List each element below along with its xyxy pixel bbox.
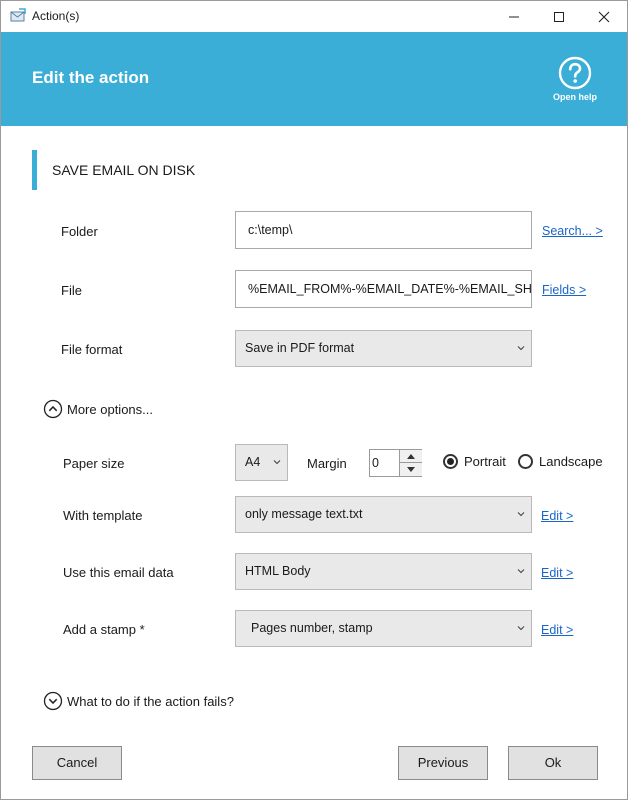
paper-size-value: A4	[245, 455, 261, 469]
paper-size-label: Paper size	[63, 456, 125, 471]
folder-label: Folder	[61, 224, 98, 239]
question-circle-icon	[558, 56, 592, 90]
template-label: With template	[63, 508, 143, 523]
portrait-label: Portrait	[464, 454, 506, 469]
more-options-expander[interactable]: More options...	[43, 399, 153, 419]
radio-unchecked-icon	[518, 454, 533, 469]
margin-label: Margin	[307, 456, 347, 471]
previous-button[interactable]: Previous	[398, 746, 488, 780]
paper-size-select[interactable]: A4	[235, 444, 288, 481]
margin-stepper[interactable]: 0	[369, 449, 422, 477]
close-button[interactable]	[581, 1, 627, 32]
ok-button[interactable]: Ok	[508, 746, 598, 780]
close-icon	[598, 11, 610, 22]
folder-input[interactable]: c:\temp\	[235, 211, 532, 249]
email-data-value: HTML Body	[245, 564, 311, 578]
chevron-up-circle-icon	[43, 399, 63, 419]
window-title: Action(s)	[32, 9, 80, 23]
section-title: SAVE EMAIL ON DISK	[32, 150, 332, 190]
stamp-edit-link[interactable]: Edit >	[541, 623, 573, 637]
open-help-label: Open help	[552, 92, 597, 102]
chevron-down-icon	[517, 626, 525, 631]
open-help-button[interactable]: Open help	[549, 56, 601, 108]
maximize-button[interactable]	[536, 1, 582, 32]
margin-decrement-button[interactable]	[399, 463, 422, 476]
stamp-select[interactable]: Pages number, stamp	[235, 610, 532, 647]
page-title: Edit the action	[32, 68, 150, 87]
caret-up-icon	[407, 453, 415, 459]
file-input[interactable]: %EMAIL_FROM%-%EMAIL_DATE%-%EMAIL_SHO	[235, 270, 532, 308]
minimize-icon	[509, 16, 519, 17]
cancel-button[interactable]: Cancel	[32, 746, 122, 780]
folder-search-link[interactable]: Search... >	[542, 224, 603, 238]
email-data-select[interactable]: HTML Body	[235, 553, 532, 590]
landscape-label: Landscape	[539, 454, 603, 469]
radio-checked-icon	[443, 454, 458, 469]
action-dialog: Action(s) Edit the action Open help SAVE…	[0, 0, 628, 800]
template-select[interactable]: only message text.txt	[235, 496, 532, 533]
landscape-radio[interactable]: Landscape	[518, 454, 603, 469]
header-banner: Edit the action Open help	[1, 32, 627, 126]
app-envelope-icon	[10, 8, 26, 24]
more-options-label: More options...	[67, 401, 153, 417]
email-data-edit-link[interactable]: Edit >	[541, 566, 573, 580]
file-format-select[interactable]: Save in PDF format	[235, 330, 532, 367]
file-format-value: Save in PDF format	[245, 341, 355, 355]
portrait-radio[interactable]: Portrait	[443, 454, 506, 469]
file-format-label: File format	[61, 342, 123, 357]
action-fails-expander[interactable]: What to do if the action fails?	[43, 691, 234, 711]
template-edit-link[interactable]: Edit >	[541, 509, 573, 523]
chevron-down-circle-icon	[43, 691, 63, 711]
action-fails-label: What to do if the action fails?	[67, 693, 234, 709]
template-value: only message text.txt	[245, 507, 363, 521]
stamp-label: Add a stamp *	[63, 622, 145, 637]
stamp-value: Pages number, stamp	[251, 621, 373, 635]
margin-input[interactable]: 0	[370, 450, 398, 476]
chevron-down-icon	[517, 346, 525, 351]
chevron-down-icon	[517, 569, 525, 574]
minimize-button[interactable]	[491, 1, 537, 32]
fields-link[interactable]: Fields >	[542, 283, 586, 297]
caret-down-icon	[407, 467, 415, 472]
margin-increment-button[interactable]	[399, 450, 422, 463]
chevron-down-icon	[517, 512, 525, 517]
chevron-down-icon	[273, 460, 281, 465]
file-label: File	[61, 283, 82, 298]
email-data-label: Use this email data	[63, 565, 174, 580]
title-bar: Action(s)	[1, 1, 627, 32]
maximize-icon	[554, 11, 564, 22]
